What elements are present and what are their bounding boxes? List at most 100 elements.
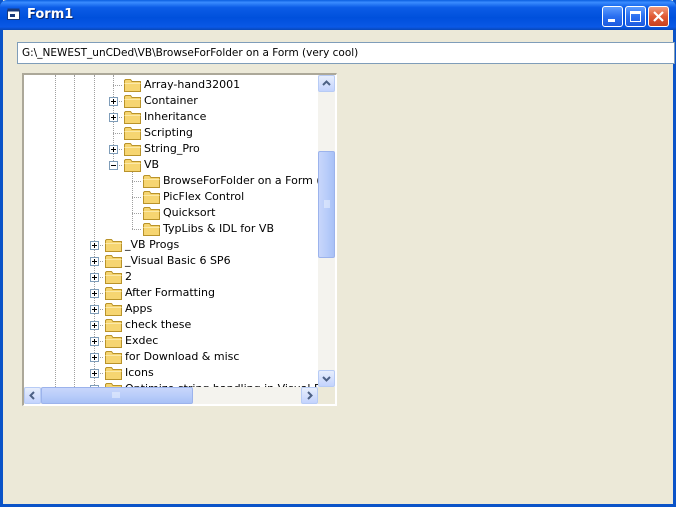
folder-icon xyxy=(124,142,141,156)
minimize-button[interactable] xyxy=(602,6,623,27)
tree-node-label: for Download & misc xyxy=(125,350,240,363)
tree-node-label: _VB Progs xyxy=(125,238,180,251)
folder-icon xyxy=(124,126,141,140)
scroll-left-button[interactable] xyxy=(24,387,41,404)
close-button[interactable] xyxy=(648,6,669,27)
close-icon xyxy=(653,11,664,22)
vertical-scroll-thumb[interactable] xyxy=(318,151,335,258)
expand-icon[interactable] xyxy=(90,289,99,298)
folder-icon xyxy=(143,222,160,236)
form-window: Form1 G:\_NEWEST_unCDed\VB\BrowseForFold… xyxy=(0,0,676,507)
title-bar[interactable]: Form1 xyxy=(0,0,676,30)
folder-icon xyxy=(124,78,141,92)
tree-node[interactable]: _VB Progs xyxy=(24,237,318,253)
tree-line xyxy=(132,181,141,182)
tree-node-label: Scripting xyxy=(144,126,193,139)
tree-line xyxy=(132,197,141,198)
folder-icon xyxy=(143,206,160,220)
tree-node[interactable]: 2 xyxy=(24,269,318,285)
expand-icon[interactable] xyxy=(90,273,99,282)
scroll-up-button[interactable] xyxy=(318,75,335,92)
tree-node-label: Quicksort xyxy=(163,206,216,219)
tree-node[interactable]: Icons xyxy=(24,365,318,381)
expand-icon[interactable] xyxy=(90,305,99,314)
collapse-icon[interactable] xyxy=(109,161,118,170)
expand-icon[interactable] xyxy=(90,241,99,250)
tree-line xyxy=(113,85,122,86)
tree-node-label: Inheritance xyxy=(144,110,207,123)
tree-line xyxy=(132,229,141,230)
expand-icon[interactable] xyxy=(90,337,99,346)
expand-icon[interactable] xyxy=(109,97,118,106)
scroll-down-button[interactable] xyxy=(318,370,335,387)
folder-icon xyxy=(105,366,122,380)
scroll-right-button[interactable] xyxy=(301,387,318,404)
tree-node[interactable]: check these xyxy=(24,317,318,333)
arrow-right-icon xyxy=(307,391,313,400)
tree-node[interactable]: BrowseForFolder on a Form (very cool) xyxy=(24,173,318,189)
folder-icon xyxy=(105,254,122,268)
tree-node[interactable]: TypLibs & IDL for VB xyxy=(24,221,318,237)
tree-node-label: Icons xyxy=(125,366,154,379)
tree-node-label: String_Pro xyxy=(144,142,200,155)
tree-node-label: Array-hand32001 xyxy=(144,78,241,91)
folder-icon xyxy=(124,158,141,172)
expand-icon[interactable] xyxy=(90,321,99,330)
tree-node-label: After Formatting xyxy=(125,286,215,299)
tree-node-label: _Visual Basic 6 SP6 xyxy=(125,254,231,267)
expand-icon[interactable] xyxy=(109,113,118,122)
horizontal-scrollbar[interactable] xyxy=(24,387,318,404)
expand-icon[interactable] xyxy=(109,145,118,154)
expand-icon[interactable] xyxy=(90,257,99,266)
tree-node-label: Exdec xyxy=(125,334,159,347)
tree-node[interactable]: VB xyxy=(24,157,318,173)
scrollbar-corner xyxy=(318,387,335,404)
vertical-scrollbar[interactable] xyxy=(318,75,335,387)
folder-icon xyxy=(105,270,122,284)
arrow-down-icon xyxy=(322,376,331,382)
tree-node[interactable]: String_Pro xyxy=(24,141,318,157)
tree-node[interactable]: Exdec xyxy=(24,333,318,349)
grip-icon xyxy=(324,200,330,208)
minimize-icon xyxy=(608,19,615,22)
expand-icon[interactable] xyxy=(90,353,99,362)
folder-icon xyxy=(105,334,122,348)
path-textbox[interactable]: G:\_NEWEST_unCDed\VB\BrowseForFolder on … xyxy=(17,42,675,64)
tree-content: Array-hand32001 Container Inheritance Scrip… xyxy=(24,75,318,387)
window-title: Form1 xyxy=(27,7,74,22)
tree-node-label: BrowseForFolder on a Form (very cool) xyxy=(163,174,318,187)
app-icon[interactable] xyxy=(7,8,21,21)
tree-node[interactable]: Container xyxy=(24,93,318,109)
maximize-icon xyxy=(630,11,641,22)
folder-icon xyxy=(124,94,141,108)
tree-node-label: Container xyxy=(144,94,198,107)
tree-node-label: 2 xyxy=(125,270,132,283)
horizontal-scroll-thumb[interactable] xyxy=(41,387,193,404)
path-value: G:\_NEWEST_unCDed\VB\BrowseForFolder on … xyxy=(22,47,359,59)
tree-node[interactable]: Quicksort xyxy=(24,205,318,221)
maximize-button[interactable] xyxy=(625,6,646,27)
tree-node-label: VB xyxy=(144,158,160,171)
folder-icon xyxy=(143,190,160,204)
tree-node[interactable]: _Visual Basic 6 SP6 xyxy=(24,253,318,269)
folder-icon xyxy=(143,174,160,188)
grip-icon xyxy=(112,392,120,398)
folder-treeview[interactable]: Array-hand32001 Container Inheritance Scrip… xyxy=(22,73,337,406)
tree-node-label: PicFlex Control xyxy=(163,190,245,203)
tree-node[interactable]: Inheritance xyxy=(24,109,318,125)
arrow-left-icon xyxy=(29,391,35,400)
tree-node[interactable]: Array-hand32001 xyxy=(24,77,318,93)
tree-node-label: check these xyxy=(125,318,192,331)
tree-node[interactable]: Apps xyxy=(24,301,318,317)
tree-node[interactable]: for Download & misc xyxy=(24,349,318,365)
tree-line xyxy=(132,213,141,214)
folder-icon xyxy=(105,350,122,364)
tree-node[interactable]: PicFlex Control xyxy=(24,189,318,205)
expand-icon[interactable] xyxy=(90,369,99,378)
folder-icon xyxy=(124,110,141,124)
tree-node[interactable]: Scripting xyxy=(24,125,318,141)
tree-node[interactable]: After Formatting xyxy=(24,285,318,301)
tree-node-label: TypLibs & IDL for VB xyxy=(163,222,274,235)
tree-node-label: Apps xyxy=(125,302,153,315)
arrow-up-icon xyxy=(322,80,331,86)
